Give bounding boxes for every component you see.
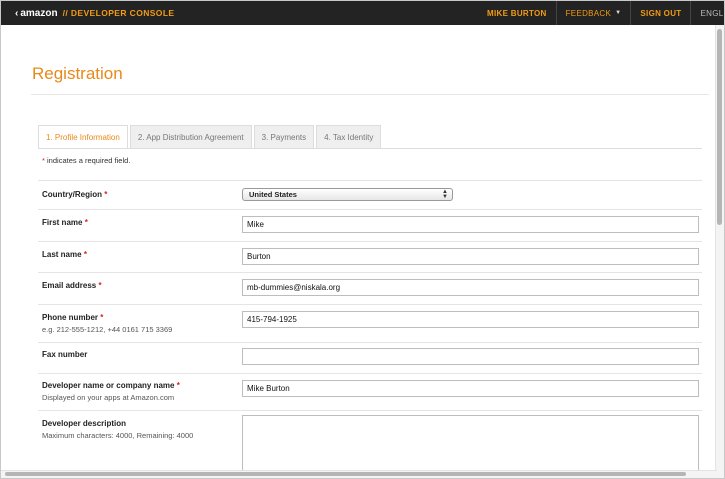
back-chevron-icon: ‹ <box>15 7 19 19</box>
country-label: Country/Region * <box>42 190 108 199</box>
sign-out-link[interactable]: SIGN OUT <box>630 1 690 25</box>
page-title: Registration <box>32 64 123 83</box>
tabs-divider <box>38 148 702 149</box>
logo-text: amazon <box>20 7 58 19</box>
email-label: Email address * <box>42 281 102 290</box>
phone-label: Phone number * <box>42 313 104 322</box>
first-name-input[interactable]: Mike <box>242 216 699 233</box>
horizontal-scrollbar-thumb[interactable] <box>5 472 686 476</box>
feedback-menu[interactable]: FEEDBACK ▼ <box>555 1 631 25</box>
developer-name-hint: Displayed on your apps at Amazon.com <box>42 393 175 402</box>
vertical-scrollbar-thumb[interactable] <box>717 29 722 225</box>
phone-hint: e.g. 212-555-1212, +44 0161 715 3369 <box>42 325 173 334</box>
first-name-label: First name * <box>42 218 88 227</box>
developer-name-input[interactable]: Mike Burton <box>242 380 699 397</box>
top-nav-bar: ‹ amazon // DEVELOPER CONSOLE MIKE BURTO… <box>1 1 724 25</box>
required-field-note: * indicates a required field. <box>42 156 130 165</box>
user-name-link[interactable]: MIKE BURTON <box>478 1 556 25</box>
last-name-label: Last name * <box>42 250 87 259</box>
required-star: * <box>42 156 45 165</box>
browser-frame: ‹ amazon // DEVELOPER CONSOLE MIKE BURTO… <box>0 0 725 479</box>
feedback-label: FEEDBACK <box>565 8 612 18</box>
country-select[interactable]: United States ▲ ▼ <box>242 188 453 201</box>
phone-input[interactable]: 415-794-1925 <box>242 311 699 328</box>
fax-input[interactable] <box>242 348 699 365</box>
caret-down-icon: ▼ <box>615 10 622 16</box>
title-divider <box>31 94 709 95</box>
tab-tax-identity[interactable]: 4. Tax Identity <box>316 125 382 149</box>
registration-tabs: 1. Profile Information 2. App Distributi… <box>38 125 383 149</box>
developer-description-hint: Maximum characters: 4000, Remaining: 400… <box>42 431 194 440</box>
email-input[interactable]: mb-dummies@niskala.org <box>242 279 699 296</box>
console-title[interactable]: // DEVELOPER CONSOLE <box>63 8 175 18</box>
developer-description-textarea[interactable] <box>242 415 699 475</box>
country-select-value: United States <box>249 190 297 199</box>
last-name-input[interactable]: Burton <box>242 248 699 265</box>
developer-description-label: Developer description <box>42 419 127 428</box>
required-note-text: indicates a required field. <box>47 156 131 165</box>
tab-profile-information[interactable]: 1. Profile Information <box>38 125 128 149</box>
tab-payments[interactable]: 3. Payments <box>253 125 315 149</box>
developer-name-label: Developer name or company name * <box>42 381 180 390</box>
amazon-logo[interactable]: ‹ amazon <box>15 8 58 19</box>
tab-app-distribution-agreement[interactable]: 2. App Distribution Agreement <box>129 125 252 149</box>
select-arrows-icon: ▲ ▼ <box>442 189 448 200</box>
nav-right: MIKE BURTON FEEDBACK ▼ SIGN OUT ENGLI <box>478 1 724 25</box>
fax-label: Fax number <box>42 350 88 359</box>
language-menu[interactable]: ENGLI <box>690 1 724 25</box>
